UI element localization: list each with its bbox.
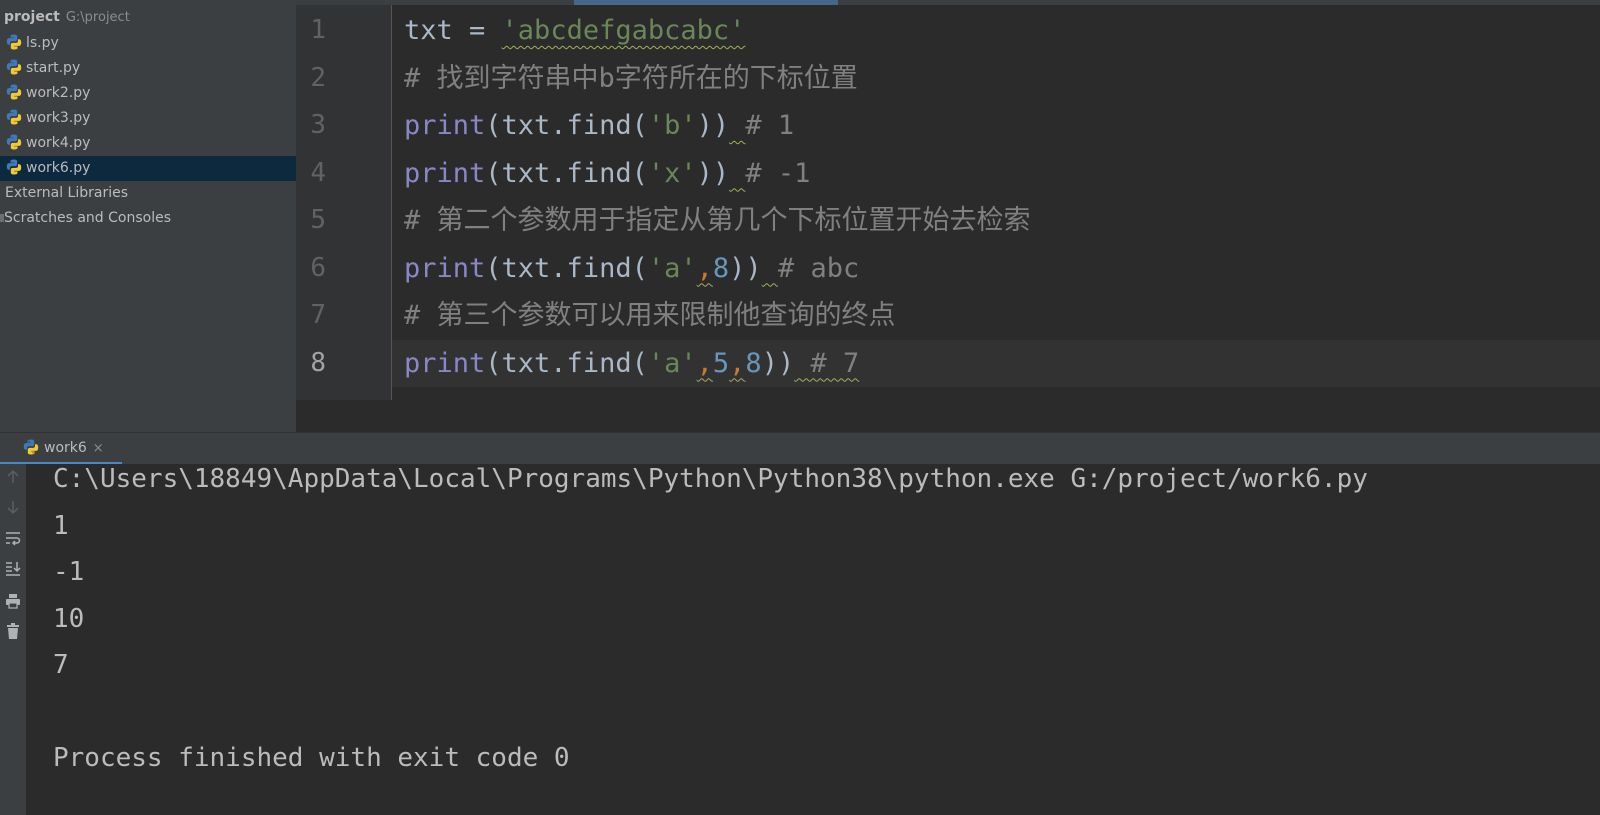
console-line: C:\Users\18849\AppData\Local\Programs\Py… [53, 464, 1368, 494]
code-token-comment: # 7 [794, 347, 860, 379]
code-token-builtin: print [404, 347, 486, 379]
project-root-path: G:\project [65, 10, 130, 25]
scroll-to-end-icon[interactable] [4, 559, 22, 577]
code-token-comma: , [696, 347, 713, 379]
code-token-str: 'a' [647, 252, 697, 284]
code-token-punct [729, 158, 745, 189]
python-file-icon [6, 134, 22, 149]
soft-wrap-icon[interactable] [4, 529, 22, 547]
code-token-comment: # 1 [745, 110, 795, 141]
python-file-icon [6, 59, 22, 74]
run-console-output[interactable]: C:\Users\18849\AppData\Local\Programs\Py… [26, 464, 1600, 815]
print-icon[interactable] [4, 592, 22, 610]
code-line[interactable]: txt = 'abcdefgabcabc' [404, 7, 745, 54]
code-editor[interactable]: 1 2 3 4 5 6 7 8 txt = 'abcdefgabcabc' # 找到字符串中b字… [296, 0, 1600, 432]
code-line[interactable]: # 第三个参数可以用来限制他查询的终点 [404, 292, 896, 339]
code-token-comma: , [696, 252, 713, 284]
file-item[interactable]: work4.py [0, 131, 296, 156]
scratches-label: Scratches and Consoles [4, 210, 171, 226]
code-line[interactable]: # 找到字符串中b字符所在的下标位置 [404, 55, 858, 102]
code-token-comment: # abc [777, 252, 860, 284]
code-token-num: 5 [712, 347, 730, 379]
run-tool-window-header: work6 × [0, 432, 1600, 465]
file-label: ls.py [26, 35, 59, 51]
line-number: 5 [310, 205, 326, 235]
python-file-icon [6, 34, 22, 49]
project-tool-window: project G:\project ls.py start.py work2.py w… [0, 0, 296, 432]
file-item[interactable]: work6.py [0, 156, 296, 181]
code-token-punct [762, 253, 778, 284]
code-line[interactable]: print(txt.find('a',8)) # abc [404, 245, 859, 292]
close-icon[interactable]: × [93, 441, 104, 456]
code-token-punct: (txt.find( [485, 252, 648, 284]
console-line: -1 [53, 557, 85, 587]
code-line[interactable]: # 第二个参数用于指定从第几个下标位置开始去检索 [404, 197, 1031, 244]
line-number: 6 [310, 252, 326, 283]
run-tab-work6[interactable]: work6 × [0, 433, 122, 465]
python-icon [23, 439, 39, 454]
code-token-punct: )) [696, 110, 730, 141]
run-toolbar [0, 464, 26, 815]
run-tab-label: work6 [44, 440, 87, 456]
file-label: work6.py [26, 160, 91, 176]
code-token-str: 'abcdefgabcabc' [501, 15, 746, 46]
project-root[interactable]: project G:\project [0, 5, 296, 30]
external-libraries-label: External Libraries [5, 185, 128, 201]
file-label: work4.py [26, 135, 91, 151]
console-line: 1 [53, 510, 69, 541]
line-number: 4 [310, 157, 326, 188]
code-token-str: 'x' [647, 157, 697, 189]
console-line: 7 [53, 650, 69, 680]
line-number: 8 [310, 347, 326, 378]
console-line: Process finished with exit code 0 [53, 743, 570, 773]
editor-tab-strip [296, 0, 1600, 5]
line-number: 1 [310, 15, 326, 45]
tree-item-external-libraries[interactable]: External Libraries [0, 181, 296, 206]
code-token-num: 8 [712, 252, 730, 284]
code-token-punct [729, 110, 745, 141]
editor-active-tab-indicator [574, 0, 838, 5]
code-token-builtin: print [404, 110, 486, 141]
code-line[interactable]: print(txt.find('x')) # -1 [404, 150, 810, 197]
console-line: 10 [53, 603, 85, 634]
code-token-builtin: print [404, 252, 486, 284]
code-token-comment: # -1 [745, 157, 811, 189]
code-token-punct: (txt.find( [485, 157, 648, 189]
code-line[interactable]: print(txt.find('a',5,8)) # 7 [404, 340, 859, 387]
python-file-icon [6, 84, 22, 99]
code-token-comment: # 找到字符串中b字符所在的下标位置 [404, 62, 858, 94]
file-item[interactable]: work2.py [0, 81, 296, 106]
code-token-str: 'b' [647, 110, 697, 141]
line-number: 2 [310, 62, 326, 93]
code-token-str: 'a' [647, 347, 697, 379]
code-token-comma: , [729, 347, 746, 379]
line-number: 7 [310, 300, 326, 330]
line-number: 3 [310, 110, 326, 140]
file-item[interactable]: start.py [0, 56, 296, 81]
code-token-builtin: print [404, 157, 486, 189]
code-token-comment: # 第三个参数可以用来限制他查询的终点 [404, 300, 896, 331]
tree-item-scratches[interactable]: Scratches and Consoles [0, 206, 296, 231]
file-label: start.py [26, 60, 81, 76]
python-file-icon [6, 159, 22, 174]
code-line[interactable]: print(txt.find('b')) # 1 [404, 102, 794, 149]
file-label: work2.py [26, 85, 91, 101]
code-token-punct: )) [696, 157, 730, 189]
python-file-icon [6, 109, 22, 124]
file-label: work3.py [26, 110, 91, 126]
code-token-punct: )) [761, 347, 795, 379]
editor-bottom-spacer [296, 400, 1600, 432]
up-arrow-icon[interactable] [4, 468, 22, 486]
code-token-punct: (txt.find( [485, 110, 648, 141]
code-token-comment: # 第二个参数用于指定从第几个下标位置开始去检索 [404, 205, 1031, 236]
file-item[interactable]: ls.py [0, 31, 296, 56]
project-root-name: project [4, 9, 60, 25]
file-item[interactable]: work3.py [0, 106, 296, 131]
code-token-num: 8 [745, 347, 762, 379]
code-token-punct: txt = [404, 15, 502, 46]
code-token-punct: (txt.find( [485, 347, 648, 379]
code-token-punct: )) [729, 252, 762, 284]
trash-icon[interactable] [4, 622, 22, 640]
down-arrow-icon[interactable] [4, 498, 22, 516]
